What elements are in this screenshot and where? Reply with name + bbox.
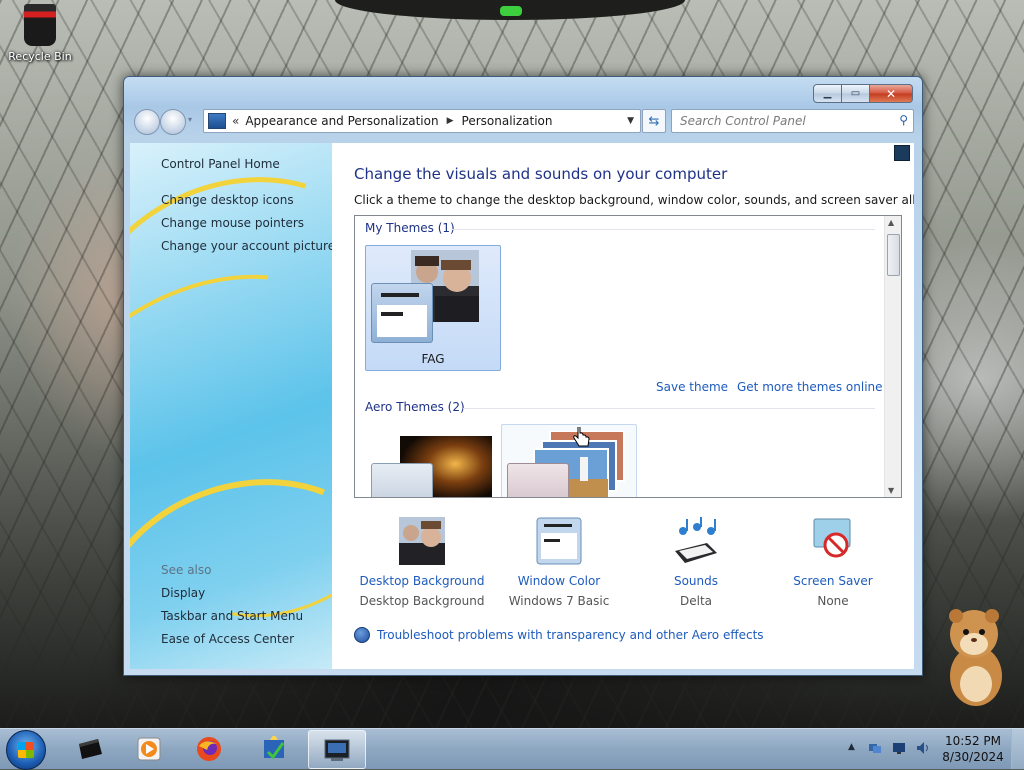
window-color-setting[interactable]: Window Color Windows 7 Basic xyxy=(489,517,629,608)
display-link[interactable]: Display xyxy=(161,586,205,600)
close-button[interactable]: ✕ xyxy=(870,84,913,103)
forward-button[interactable] xyxy=(160,109,186,135)
ease-of-access-link[interactable]: Ease of Access Center xyxy=(161,632,294,646)
main-pane: Change the visuals and sounds on your co… xyxy=(332,143,914,669)
setting-value: Delta xyxy=(679,594,712,608)
close-icon: ✕ xyxy=(885,86,897,101)
search-box[interactable]: ⚲ xyxy=(671,109,914,133)
troubleshoot-row: Troubleshoot problems with transparency … xyxy=(354,627,764,643)
refresh-icon: ⇆ xyxy=(648,113,660,129)
troubleshoot-icon xyxy=(354,627,370,643)
recycle-bin[interactable]: Recycle Bin xyxy=(6,4,74,63)
theme-tile-aero-2[interactable] xyxy=(501,424,637,497)
show-hidden-icons-button[interactable]: ▲ xyxy=(848,742,855,752)
system-tray: ▲ 10:52 PM 8/30/2024 xyxy=(0,729,1024,769)
themes-list[interactable]: My Themes (1) FAG Save theme Get more th… xyxy=(354,215,902,498)
taskbar: ▲ 10:52 PM 8/30/2024 xyxy=(0,728,1024,770)
maximize-icon: ▭ xyxy=(850,88,861,99)
group-divider xyxy=(463,408,875,409)
navigation-bar: ▾ « Appearance and Personalization ▶ Per… xyxy=(132,108,914,135)
change-mouse-pointers-link[interactable]: Change mouse pointers xyxy=(161,216,304,230)
search-icon[interactable]: ⚲ xyxy=(899,113,908,127)
theme-name: FAG xyxy=(421,352,445,366)
setting-value: None xyxy=(817,594,849,608)
save-theme-link[interactable]: Save theme xyxy=(656,380,728,394)
setting-value: Desktop Background xyxy=(359,594,485,608)
window-color-preview xyxy=(371,463,433,497)
setting-label[interactable]: Desktop Background xyxy=(352,574,492,588)
screen-saver-icon xyxy=(813,518,851,558)
breadcrumb-appearance[interactable]: Appearance and Personalization xyxy=(245,114,438,128)
page-subtitle: Click a theme to change the desktop back… xyxy=(354,193,914,207)
search-input[interactable] xyxy=(678,110,882,132)
scroll-thumb[interactable] xyxy=(887,234,900,276)
setting-label[interactable]: Sounds xyxy=(626,574,766,588)
window-color-icon xyxy=(536,517,582,565)
task-pane: Control Panel Home Change desktop icons … xyxy=(130,143,332,669)
address-dropdown-icon[interactable]: ▼ xyxy=(627,116,634,126)
scroll-up-icon[interactable]: ▲ xyxy=(888,218,894,227)
breadcrumb-overflow-icon[interactable]: « xyxy=(232,114,239,128)
see-also-header: See also xyxy=(161,563,212,577)
personalization-window: ▁ ▭ ✕ ▾ « Appearance and Personalization… xyxy=(123,76,923,676)
display-icon[interactable] xyxy=(892,741,906,755)
address-bar[interactable]: « Appearance and Personalization ▶ Perso… xyxy=(203,109,641,133)
back-button[interactable] xyxy=(134,109,160,135)
control-panel-home-link[interactable]: Control Panel Home xyxy=(161,157,280,171)
clock-time: 10:52 PM xyxy=(945,734,1001,748)
hamster-gadget-icon[interactable] xyxy=(944,604,1006,708)
desktop-background-icon xyxy=(399,517,445,565)
volume-icon[interactable] xyxy=(916,741,930,755)
group-divider xyxy=(451,229,875,230)
breadcrumb-personalization[interactable]: Personalization xyxy=(462,114,553,128)
minimize-icon: ▁ xyxy=(823,88,832,99)
setting-label[interactable]: Screen Saver xyxy=(763,574,903,588)
taskbar-start-menu-link[interactable]: Taskbar and Start Menu xyxy=(161,609,303,623)
content-area: Control Panel Home Change desktop icons … xyxy=(130,143,914,669)
clock[interactable]: 10:52 PM 8/30/2024 xyxy=(938,733,1008,765)
setting-label[interactable]: Window Color xyxy=(489,574,629,588)
change-account-picture-link[interactable]: Change your account picture xyxy=(161,239,332,253)
refresh-button[interactable]: ⇆ xyxy=(642,109,666,133)
window-color-preview xyxy=(507,463,569,497)
hand-cursor-icon xyxy=(573,427,590,447)
minimize-button[interactable]: ▁ xyxy=(813,84,842,103)
screen-saver-setting[interactable]: Screen Saver None xyxy=(763,517,903,608)
chevron-right-icon[interactable]: ▶ xyxy=(447,116,454,126)
caption-buttons: ▁ ▭ ✕ xyxy=(813,84,913,103)
clock-date: 8/30/2024 xyxy=(942,750,1004,764)
sounds-setting[interactable]: Sounds Delta xyxy=(626,517,766,608)
recycle-bin-label: Recycle Bin xyxy=(8,50,72,63)
troubleshoot-link[interactable]: Troubleshoot problems with transparency … xyxy=(377,628,764,642)
control-panel-icon xyxy=(208,113,226,129)
themes-scrollbar[interactable]: ▲ ▼ xyxy=(884,216,901,497)
setting-value: Windows 7 Basic xyxy=(508,594,610,608)
scroll-down-icon[interactable]: ▼ xyxy=(888,486,894,495)
theme-tile-fag[interactable]: FAG xyxy=(365,245,501,371)
group-header-aero-themes: Aero Themes (2) xyxy=(365,400,465,414)
recycle-bin-icon xyxy=(24,4,56,46)
page-title: Change the visuals and sounds on your co… xyxy=(354,165,728,183)
theme-tile-aero-1[interactable] xyxy=(365,424,501,497)
desktop-background-setting[interactable]: Desktop Background Desktop Background xyxy=(352,517,492,608)
change-desktop-icons-link[interactable]: Change desktop icons xyxy=(161,193,294,207)
group-header-my-themes: My Themes (1) xyxy=(365,221,455,235)
sounds-icon xyxy=(675,517,717,563)
show-desktop-button[interactable] xyxy=(1011,729,1024,769)
maximize-button[interactable]: ▭ xyxy=(842,84,870,103)
help-icon[interactable] xyxy=(894,145,910,161)
get-more-themes-link[interactable]: Get more themes online xyxy=(737,380,883,394)
window-color-preview xyxy=(371,283,433,343)
recent-pages-dropdown[interactable]: ▾ xyxy=(188,116,194,124)
network-icon[interactable] xyxy=(868,741,882,755)
